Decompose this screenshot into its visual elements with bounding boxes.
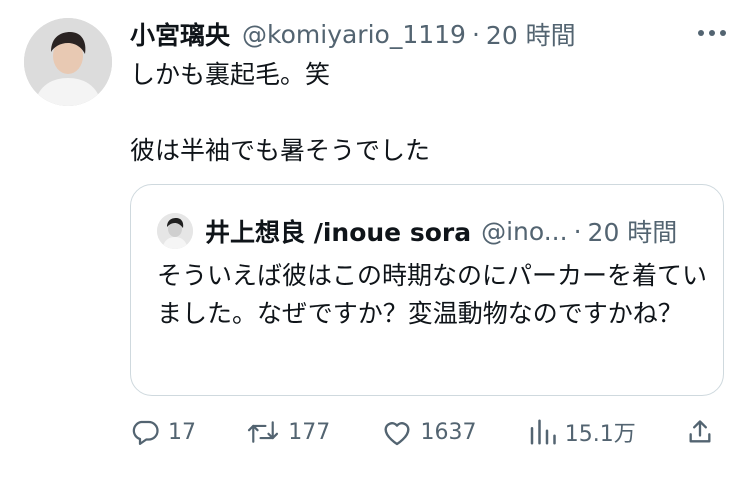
quoted-tweet-time[interactable]: 20 時間: [588, 213, 678, 249]
retweet-icon: [248, 421, 279, 443]
tweet-header: 小宮璃央 @komiyario_1119 · 20 時間: [130, 16, 690, 52]
quoted-tweet-header: 井上想良 /inoue sora @ino... · 20 時間: [157, 213, 709, 249]
like-count: 1637: [420, 419, 477, 445]
like-button[interactable]: 1637: [381, 417, 477, 447]
more-icon: [698, 30, 726, 36]
quoted-author-avatar[interactable]: [157, 213, 193, 249]
heart-icon: [383, 422, 410, 446]
action-bar: 17 177 1637 15.1万: [130, 412, 726, 452]
author-avatar[interactable]: [24, 18, 112, 106]
more-button[interactable]: [694, 18, 730, 48]
quoted-author-handle[interactable]: @ino...: [481, 217, 568, 246]
tweet-text: しかも裏起毛。笑 彼は半袖でも暑そうでした: [130, 56, 710, 170]
tweet-time[interactable]: 20 時間: [486, 16, 576, 52]
quoted-author-name[interactable]: 井上想良 /inoue sora: [205, 213, 471, 249]
tweet-line: 彼は半袖でも暑そうでした: [130, 136, 431, 165]
author-handle[interactable]: @komiyario_1119: [242, 20, 466, 49]
reply-icon: [132, 420, 159, 445]
tweet-line: しかも裏起毛。笑: [130, 60, 331, 89]
share-button[interactable]: [686, 417, 722, 447]
views-icon: [530, 419, 556, 445]
retweet-count: 177: [288, 419, 331, 445]
reply-count: 17: [168, 419, 196, 445]
quoted-tweet[interactable]: 井上想良 /inoue sora @ino... · 20 時間 そういえば彼は…: [130, 184, 724, 396]
retweet-button[interactable]: 177: [246, 417, 330, 447]
separator: ·: [471, 19, 480, 49]
author-name[interactable]: 小宮璃央: [130, 16, 230, 52]
views-count: 15.1万: [564, 422, 636, 447]
reply-button[interactable]: 17: [130, 417, 196, 447]
views-button[interactable]: 15.1万: [527, 416, 636, 448]
separator: ·: [573, 216, 582, 246]
quoted-tweet-text: そういえば彼はこの時期なのにパーカーを着ていました。なぜですか？変温動物なのです…: [157, 261, 708, 328]
share-icon: [689, 420, 711, 443]
